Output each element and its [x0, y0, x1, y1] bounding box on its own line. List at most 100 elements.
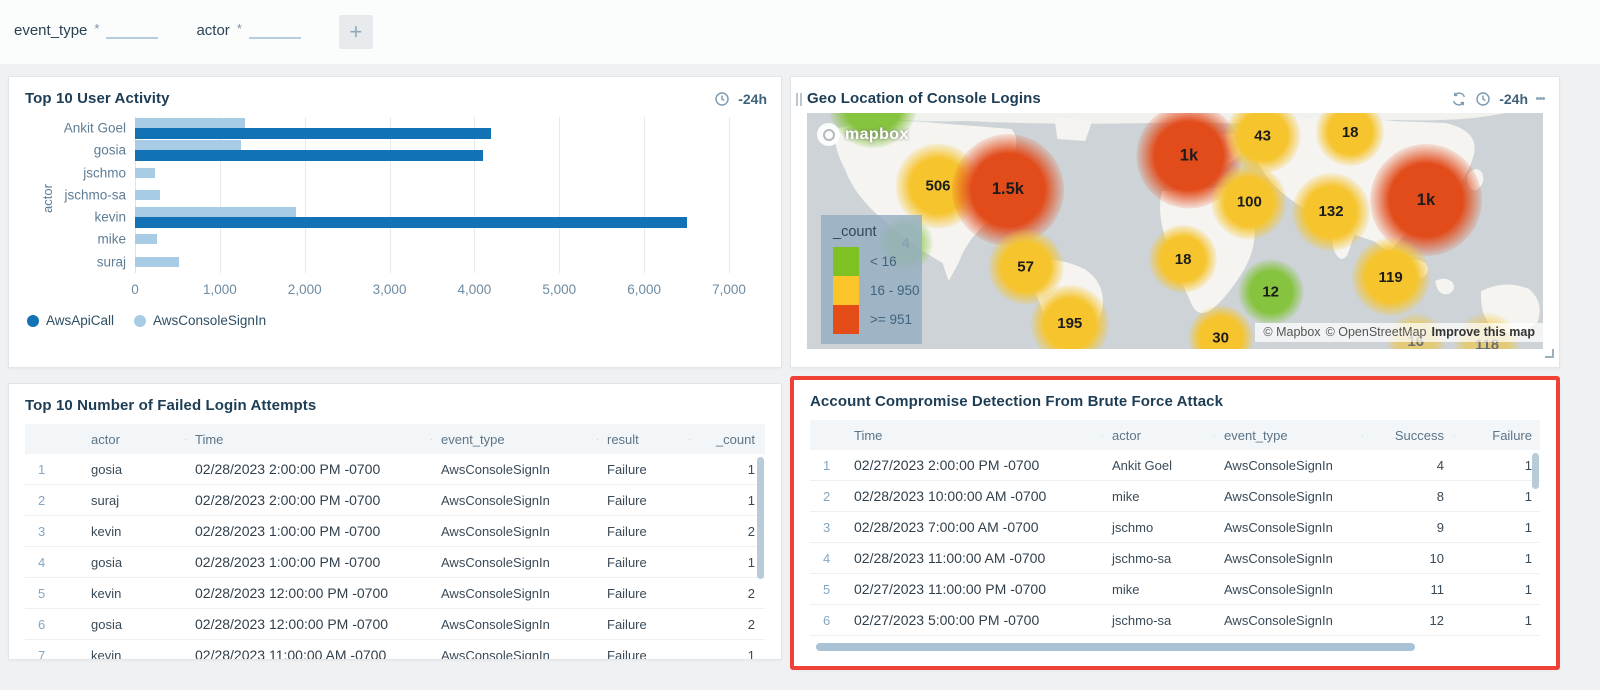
table-row[interactable]: 5kevin02/28/2023 12:00:00 PM -0700AwsCon…	[25, 578, 765, 609]
filter-event-type-input[interactable]	[106, 21, 158, 39]
row-number: 5	[25, 586, 81, 601]
cell-actor: kevin	[81, 524, 185, 539]
column-header-failure[interactable]: Failure	[1454, 428, 1542, 443]
y-axis-title: actor	[40, 184, 55, 213]
add-filter-button[interactable]: +	[339, 15, 373, 49]
panel-title: Account Compromise Detection From Brute …	[810, 393, 1223, 410]
table-row[interactable]: 302/28/2023 7:00:00 AM -0700jschmoAwsCon…	[810, 512, 1540, 543]
bar-awsapicall[interactable]	[135, 128, 491, 139]
column-header-success[interactable]: Success	[1362, 428, 1454, 443]
bar-awsconsolesignin[interactable]	[135, 234, 157, 244]
map-cluster-bubble[interactable]: 100	[1212, 164, 1287, 239]
cluster-count-label: 1k	[1417, 191, 1435, 210]
openstreetmap-attribution-link[interactable]: © OpenStreetMap	[1326, 325, 1427, 339]
table-row[interactable]: 202/28/2023 10:00:00 AM -0700mikeAwsCons…	[810, 481, 1540, 512]
legend-item[interactable]: AwsApiCall	[27, 313, 114, 328]
table-row[interactable]: 102/27/2023 2:00:00 PM -0700Ankit GoelAw…	[810, 450, 1540, 481]
map-cluster-bubble[interactable]: 119	[1352, 238, 1430, 316]
bar-awsconsolesignin[interactable]	[135, 207, 296, 217]
table-row[interactable]: 402/28/2023 11:00:00 AM -0700jschmo-saAw…	[810, 543, 1540, 574]
bar-awsconsolesignin[interactable]	[135, 168, 155, 178]
category-label: jschmo	[83, 165, 126, 180]
clock-icon[interactable]	[714, 91, 730, 107]
column-header-result[interactable]: result	[597, 432, 689, 447]
time-range-label[interactable]: -24h	[738, 91, 767, 107]
column-header-event-type[interactable]: event_type	[1214, 428, 1362, 443]
bar-awsconsolesignin[interactable]	[135, 257, 179, 267]
bar-awsapicall[interactable]	[135, 150, 483, 161]
cell-failure: 1	[1454, 582, 1542, 597]
cell-result: Failure	[597, 493, 689, 508]
column-header-event-type[interactable]: event_type	[431, 432, 597, 447]
panel-title: Top 10 Number of Failed Login Attempts	[25, 397, 316, 414]
improve-map-link[interactable]: Improve this map	[1432, 325, 1536, 339]
refresh-icon[interactable]	[1451, 91, 1467, 107]
cell-event-type: AwsConsoleSignIn	[431, 462, 597, 477]
legend-range-label: 16 - 950	[870, 283, 920, 298]
category-label: jschmo-sa	[64, 187, 126, 202]
cell-failure: 1	[1454, 520, 1542, 535]
bar-awsconsolesignin[interactable]	[135, 140, 241, 150]
legend-item[interactable]: AwsConsoleSignIn	[134, 313, 266, 328]
map-cluster-bubble[interactable]: 1.5k	[952, 134, 1064, 246]
map-cluster-bubble[interactable]: 132	[1292, 173, 1370, 251]
time-range-label[interactable]: -24h	[1499, 91, 1528, 107]
table-row[interactable]: 4gosia02/28/2023 1:00:00 PM -0700AwsCons…	[25, 547, 765, 578]
map-legend-item: 16 - 950	[833, 276, 910, 305]
bar-group: jschmo-sa	[135, 184, 729, 206]
legend-color-swatch	[833, 305, 859, 334]
cell-time: 02/28/2023 1:00:00 PM -0700	[185, 523, 431, 539]
cell-time: 02/28/2023 2:00:00 PM -0700	[185, 492, 431, 508]
legend-dot-icon	[27, 315, 39, 327]
column-header-time[interactable]: Time	[844, 428, 1102, 443]
table-row[interactable]: 3kevin02/28/2023 1:00:00 PM -0700AwsCons…	[25, 516, 765, 547]
map-cluster-bubble[interactable]: 18	[1149, 225, 1217, 293]
table-row[interactable]: 602/27/2023 5:00:00 PM -0700jschmo-saAws…	[810, 605, 1540, 636]
bar-group: mike	[135, 228, 729, 250]
bar-awsconsolesignin[interactable]	[135, 190, 160, 200]
filter-actor-label: actor	[196, 22, 229, 39]
bar-awsapicall[interactable]	[135, 217, 687, 228]
mapbox-logo-icon	[817, 123, 840, 146]
drag-handle-icon[interactable]	[796, 93, 802, 106]
cell-actor: gosia	[81, 555, 185, 570]
table-row[interactable]: 6gosia02/28/2023 12:00:00 PM -0700AwsCon…	[25, 609, 765, 640]
row-number: 6	[810, 613, 844, 628]
column-header-time[interactable]: Time	[185, 432, 431, 447]
kebab-menu-icon[interactable]	[1536, 95, 1545, 102]
column-header-actor[interactable]: actor	[81, 432, 185, 447]
cluster-count-label: 30	[1212, 329, 1229, 346]
cluster-count-label: 132	[1319, 203, 1344, 220]
table-row[interactable]: 1gosia02/28/2023 2:00:00 PM -0700AwsCons…	[25, 454, 765, 485]
cluster-count-label: 57	[1017, 259, 1034, 276]
cluster-count-label: 119	[1379, 269, 1403, 286]
table-row[interactable]: 2suraj02/28/2023 2:00:00 PM -0700AwsCons…	[25, 485, 765, 516]
required-asterisk: *	[237, 21, 242, 36]
user-activity-chart: actor Ankit Goelgosiajschmojschmo-sakevi…	[25, 113, 765, 300]
cell-time: 02/27/2023 5:00:00 PM -0700	[844, 612, 1102, 628]
clock-icon[interactable]	[1475, 91, 1491, 107]
column-header-actor[interactable]: actor	[1102, 428, 1214, 443]
category-label: gosia	[94, 143, 126, 158]
cell-event-type: AwsConsoleSignIn	[431, 586, 597, 601]
cell-actor: kevin	[81, 586, 185, 601]
column-header-count[interactable]: _count	[689, 432, 765, 447]
filter-actor-input[interactable]	[249, 21, 301, 39]
resize-handle-icon[interactable]	[1545, 349, 1554, 358]
brute-force-table: Time actor event_type Success Failure 10…	[810, 420, 1540, 636]
table-row[interactable]: 502/27/2023 11:00:00 PM -0700mikeAwsCons…	[810, 574, 1540, 605]
cell-time: 02/27/2023 2:00:00 PM -0700	[844, 457, 1102, 473]
table-row[interactable]: 7kevin02/28/2023 11:00:00 AM -0700AwsCon…	[25, 640, 765, 660]
cell-success: 11	[1362, 582, 1454, 597]
horizontal-scrollbar[interactable]	[816, 643, 1415, 651]
vertical-scrollbar[interactable]	[757, 457, 764, 579]
bar-awsconsolesignin[interactable]	[135, 118, 245, 128]
cell-actor: jschmo-sa	[1102, 551, 1214, 566]
panel-header: Geo Location of Console Logins -24h	[791, 77, 1559, 113]
mapbox-attribution-link[interactable]: © Mapbox	[1263, 325, 1320, 339]
geo-map[interactable]: mapbox _count < 1616 - 950>= 951 © Mapbo…	[807, 113, 1543, 349]
vertical-scrollbar[interactable]	[1532, 453, 1539, 489]
map-cluster-bubble[interactable]: 12	[1238, 259, 1303, 324]
bar-group: kevin	[135, 206, 729, 228]
mapbox-logo[interactable]: mapbox	[817, 123, 909, 146]
